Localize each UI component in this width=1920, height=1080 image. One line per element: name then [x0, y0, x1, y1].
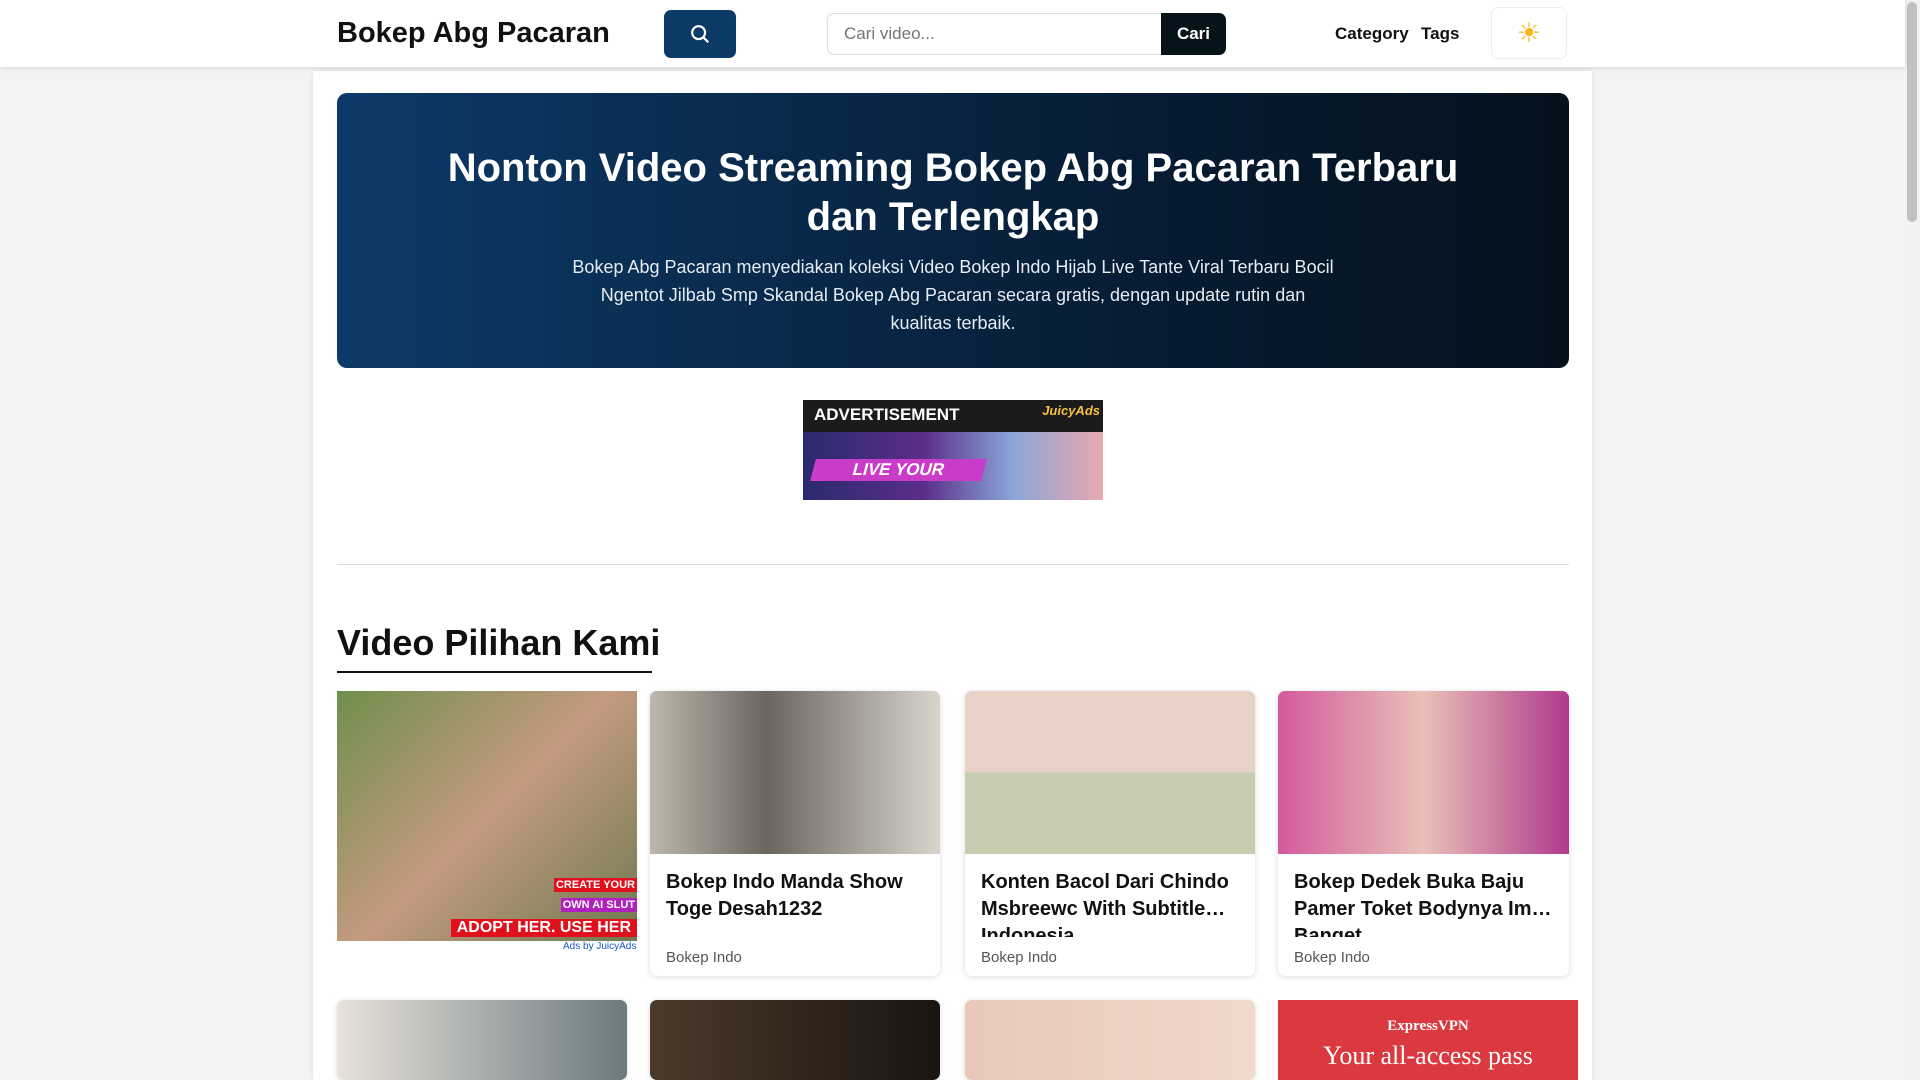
- nav-category[interactable]: Category: [1335, 24, 1409, 44]
- video-card[interactable]: Konten Bacol Dari Chindo Msbreewc With S…: [965, 691, 1255, 976]
- video-category[interactable]: Bokep Indo: [1278, 937, 1569, 966]
- search-toggle-button[interactable]: [664, 10, 736, 58]
- search-input[interactable]: [827, 13, 1162, 55]
- video-category[interactable]: Bokep Indo: [965, 937, 1255, 966]
- nav-tags[interactable]: Tags: [1421, 24, 1459, 44]
- video-thumbnail[interactable]: [965, 691, 1255, 854]
- video-thumbnail[interactable]: [1278, 691, 1569, 854]
- video-thumbnail[interactable]: [650, 691, 940, 854]
- video-card[interactable]: [337, 1000, 627, 1080]
- hero-banner: Nonton Video Streaming Bokep Abg Pacaran…: [337, 93, 1569, 368]
- video-card[interactable]: Bokep Dedek Buka Baju Pamer Toket Bodyny…: [1278, 691, 1569, 976]
- video-title[interactable]: Konten Bacol Dari Chindo Msbreewc With S…: [965, 854, 1255, 937]
- sun-icon: ☀: [1516, 17, 1542, 48]
- video-title[interactable]: Bokep Indo Manda Show Toge Desah1232: [650, 854, 940, 937]
- ad-line1: CREATE YOUR: [553, 878, 637, 892]
- ad-brand: JuicyAds: [1042, 403, 1100, 418]
- ad-credit[interactable]: Ads by JuicyAds: [563, 941, 636, 952]
- vpn-headline: Your all-access pass: [1323, 1041, 1533, 1070]
- side-advertisement[interactable]: CREATE YOUR OWN AI SLUT ADOPT HER. USE H…: [337, 691, 637, 941]
- site-header: Bokep Abg Pacaran Cari Category Tags ☀: [0, 0, 1905, 67]
- theme-toggle-button[interactable]: ☀: [1491, 7, 1567, 59]
- hero-title: Nonton Video Streaming Bokep Abg Pacaran…: [447, 146, 1459, 239]
- hero-description: Bokep Abg Pacaran menyediakan koleksi Vi…: [572, 257, 1334, 333]
- vpn-advertisement[interactable]: ExpressVPN Your all-access pass: [1278, 1000, 1578, 1080]
- video-card[interactable]: [650, 1000, 940, 1080]
- ad-line3: ADOPT HER. USE HER: [450, 919, 637, 937]
- video-card[interactable]: Bokep Indo Manda Show Toge Desah1232 Bok…: [650, 691, 940, 976]
- ad-line2: OWN AI SLUT: [560, 898, 637, 912]
- ad-cta: LIVE YOUR: [810, 459, 987, 481]
- video-category[interactable]: Bokep Indo: [650, 937, 940, 966]
- section-underline: [337, 671, 652, 673]
- vpn-brand: ExpressVPN: [1387, 1018, 1469, 1034]
- search-submit-button[interactable]: Cari: [1161, 13, 1226, 55]
- video-title[interactable]: Bokep Dedek Buka Baju Pamer Toket Bodyny…: [1278, 854, 1569, 937]
- divider: [337, 564, 1569, 565]
- page: Bokep Abg Pacaran Cari Category Tags ☀ N…: [0, 0, 1920, 1080]
- site-logo[interactable]: Bokep Abg Pacaran: [337, 17, 610, 50]
- advertisement-banner[interactable]: ADVERTISEMENT JuicyAds LIVE YOUR: [803, 400, 1103, 500]
- scrollbar-thumb[interactable]: [1907, 2, 1917, 222]
- search-icon: [691, 25, 710, 44]
- scrollbar[interactable]: [1905, 0, 1920, 1080]
- section-title: Video Pilihan Kami: [337, 622, 661, 663]
- video-card[interactable]: [965, 1000, 1255, 1080]
